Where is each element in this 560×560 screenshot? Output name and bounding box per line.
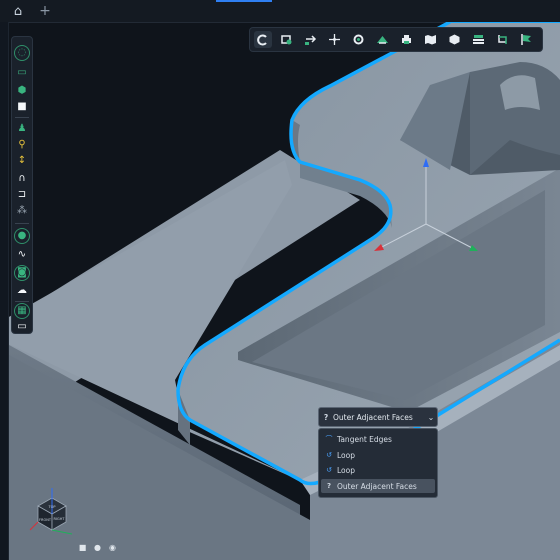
active-tab-indicator xyxy=(216,0,272,2)
home-tab[interactable]: ⌂ xyxy=(0,0,36,22)
stop-icon[interactable]: ■ xyxy=(76,541,89,554)
3d-viewport[interactable] xyxy=(0,22,560,560)
upper-pocket-rim xyxy=(500,75,540,110)
menu-item-loop-2[interactable]: ↺ Loop xyxy=(321,463,435,477)
add-tab-button[interactable]: + xyxy=(36,0,54,22)
left-toolbar: ◌ ▭ ⬢ ■ ♟ ⚲ ↕ ∩ ⊐ ⁂ ● ∿ ◙ ☁ ▦ ▭ xyxy=(11,36,33,334)
circle-ring-icon[interactable]: ● xyxy=(14,228,30,244)
pan-view-icon[interactable] xyxy=(301,31,319,48)
table-icon[interactable]: ▦ xyxy=(14,303,30,319)
cloud-icon[interactable]: ☁ xyxy=(14,283,30,299)
rotate-view-icon[interactable] xyxy=(277,31,295,48)
chevron-down-icon: ⌄ xyxy=(427,412,435,422)
shaded-icon[interactable]: ◉ xyxy=(106,541,119,554)
menu-item-loop-1[interactable]: ↺ Loop xyxy=(321,448,435,462)
sketch-on-face-icon[interactable] xyxy=(373,31,391,48)
pin-icon[interactable]: ⚲ xyxy=(14,137,30,153)
bracket-icon[interactable]: ⊐ xyxy=(14,187,30,203)
cube-icon[interactable]: ■ xyxy=(14,99,30,115)
view-cube[interactable]: TOP FRONT RIGHT xyxy=(28,484,76,540)
shape-cube-icon[interactable] xyxy=(445,31,463,48)
selection-mode-dropdown[interactable]: ? Outer Adjacent Faces ⌄ xyxy=(318,407,438,427)
tab-bar: ⌂ + xyxy=(0,0,560,23)
question-icon: ? xyxy=(326,482,332,490)
home-icon: ⌂ xyxy=(13,3,23,19)
print-icon[interactable] xyxy=(397,31,415,48)
hole-icon[interactable]: ◙ xyxy=(14,265,30,281)
top-toolbar xyxy=(249,27,543,52)
view-mode-buttons: ■ ● ◉ xyxy=(76,541,120,555)
select-ring-icon[interactable]: ◌ xyxy=(14,45,30,61)
selection-mode-menu: ⌒ Tangent Edges ↺ Loop ↺ Loop ? Outer Ad… xyxy=(318,428,438,498)
move-icon[interactable] xyxy=(325,31,343,48)
view-cube-top-label: TOP xyxy=(47,505,55,509)
magnet-icon[interactable]: ∩ xyxy=(14,171,30,187)
layer-stack-icon[interactable] xyxy=(469,31,487,48)
loop-icon: ↺ xyxy=(326,451,332,459)
sphere-icon[interactable]: ● xyxy=(91,541,104,554)
dropdown-selected-label: Outer Adjacent Faces xyxy=(333,412,413,422)
push-pull-icon[interactable]: ♟ xyxy=(14,121,30,137)
tangent-edges-icon: ⌒ xyxy=(325,435,333,443)
map-icon[interactable] xyxy=(421,31,439,48)
box-icon[interactable]: ▭ xyxy=(14,65,30,81)
dimension-icon[interactable]: ↕ xyxy=(14,153,30,169)
view-cube-right-label: RIGHT xyxy=(54,517,66,521)
pattern-icon[interactable]: ⁂ xyxy=(14,203,30,219)
menu-item-outer-adjacent-faces[interactable]: ? Outer Adjacent Faces xyxy=(321,479,435,493)
flag-icon[interactable] xyxy=(517,31,535,48)
cylinder-icon[interactable]: ⬢ xyxy=(14,83,30,99)
convert-icon[interactable] xyxy=(493,31,511,48)
model-canvas[interactable] xyxy=(0,22,560,560)
spline-icon[interactable]: ∿ xyxy=(14,247,30,263)
view-cube-front-label: FRONT xyxy=(39,518,52,522)
view-cube-x-axis xyxy=(29,521,39,531)
sketch-c-icon[interactable] xyxy=(254,31,272,48)
chat-icon[interactable]: ▭ xyxy=(14,319,30,335)
menu-item-tangent-edges[interactable]: ⌒ Tangent Edges xyxy=(321,432,435,446)
loop-icon: ↺ xyxy=(326,466,332,474)
question-icon: ? xyxy=(323,412,329,422)
view-cube-y-axis xyxy=(51,529,73,535)
left-panel-rail[interactable] xyxy=(0,22,9,560)
settings-gear-icon[interactable] xyxy=(349,31,367,48)
